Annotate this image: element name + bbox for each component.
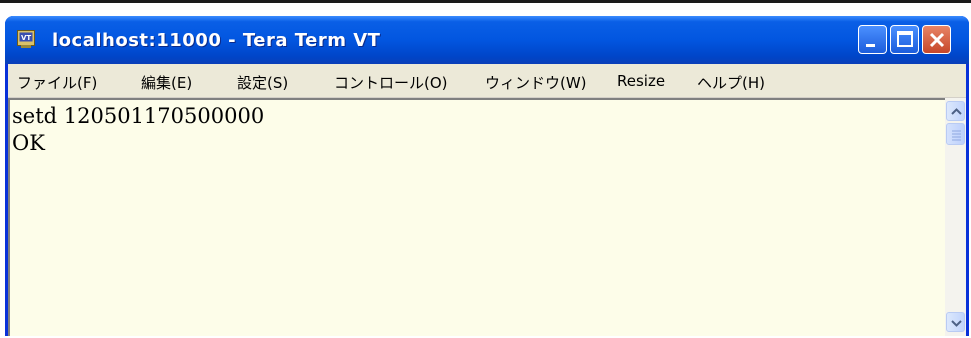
terminal-line: OK xyxy=(12,131,45,155)
maximize-button[interactable] xyxy=(890,25,919,54)
scroll-up-button[interactable] xyxy=(946,101,965,121)
menu-window[interactable]: ウィンドウ(W) xyxy=(485,72,587,93)
scroll-thumb[interactable] xyxy=(946,123,965,145)
top-edge-line xyxy=(0,0,971,3)
maximize-icon xyxy=(897,31,913,47)
title-bar[interactable]: VT localhost:11000 - Tera Term VT xyxy=(5,16,969,64)
menu-resize[interactable]: Resize xyxy=(617,72,665,90)
menu-control[interactable]: コントロール(O) xyxy=(334,72,448,93)
menu-file[interactable]: ファイル(F) xyxy=(17,72,97,93)
menu-edit[interactable]: 編集(E) xyxy=(141,72,192,93)
window-title: localhost:11000 - Tera Term VT xyxy=(52,30,381,51)
chevron-down-icon xyxy=(951,320,962,327)
tera-term-window: VT localhost:11000 - Tera Term VT ファイル(F… xyxy=(5,16,969,336)
menu-settings[interactable]: 設定(S) xyxy=(237,72,288,93)
chevron-up-icon xyxy=(951,108,962,115)
terminal-screen[interactable]: setd 120501170500000 OK xyxy=(8,98,945,336)
svg-text:VT: VT xyxy=(21,34,31,42)
vertical-scrollbar[interactable] xyxy=(945,98,966,336)
menu-bar: ファイル(F) 編集(E) 設定(S) コントロール(O) ウィンドウ(W) R… xyxy=(8,64,966,98)
minimize-icon xyxy=(866,44,875,47)
close-button[interactable] xyxy=(922,25,951,54)
tera-term-app-icon[interactable]: VT xyxy=(17,30,35,48)
close-icon xyxy=(929,32,945,48)
minimize-button[interactable] xyxy=(858,25,887,54)
scroll-down-button[interactable] xyxy=(946,312,965,332)
terminal-line: setd 120501170500000 xyxy=(12,104,265,128)
grip-icon xyxy=(952,130,961,141)
menu-help[interactable]: ヘルプ(H) xyxy=(697,72,765,93)
